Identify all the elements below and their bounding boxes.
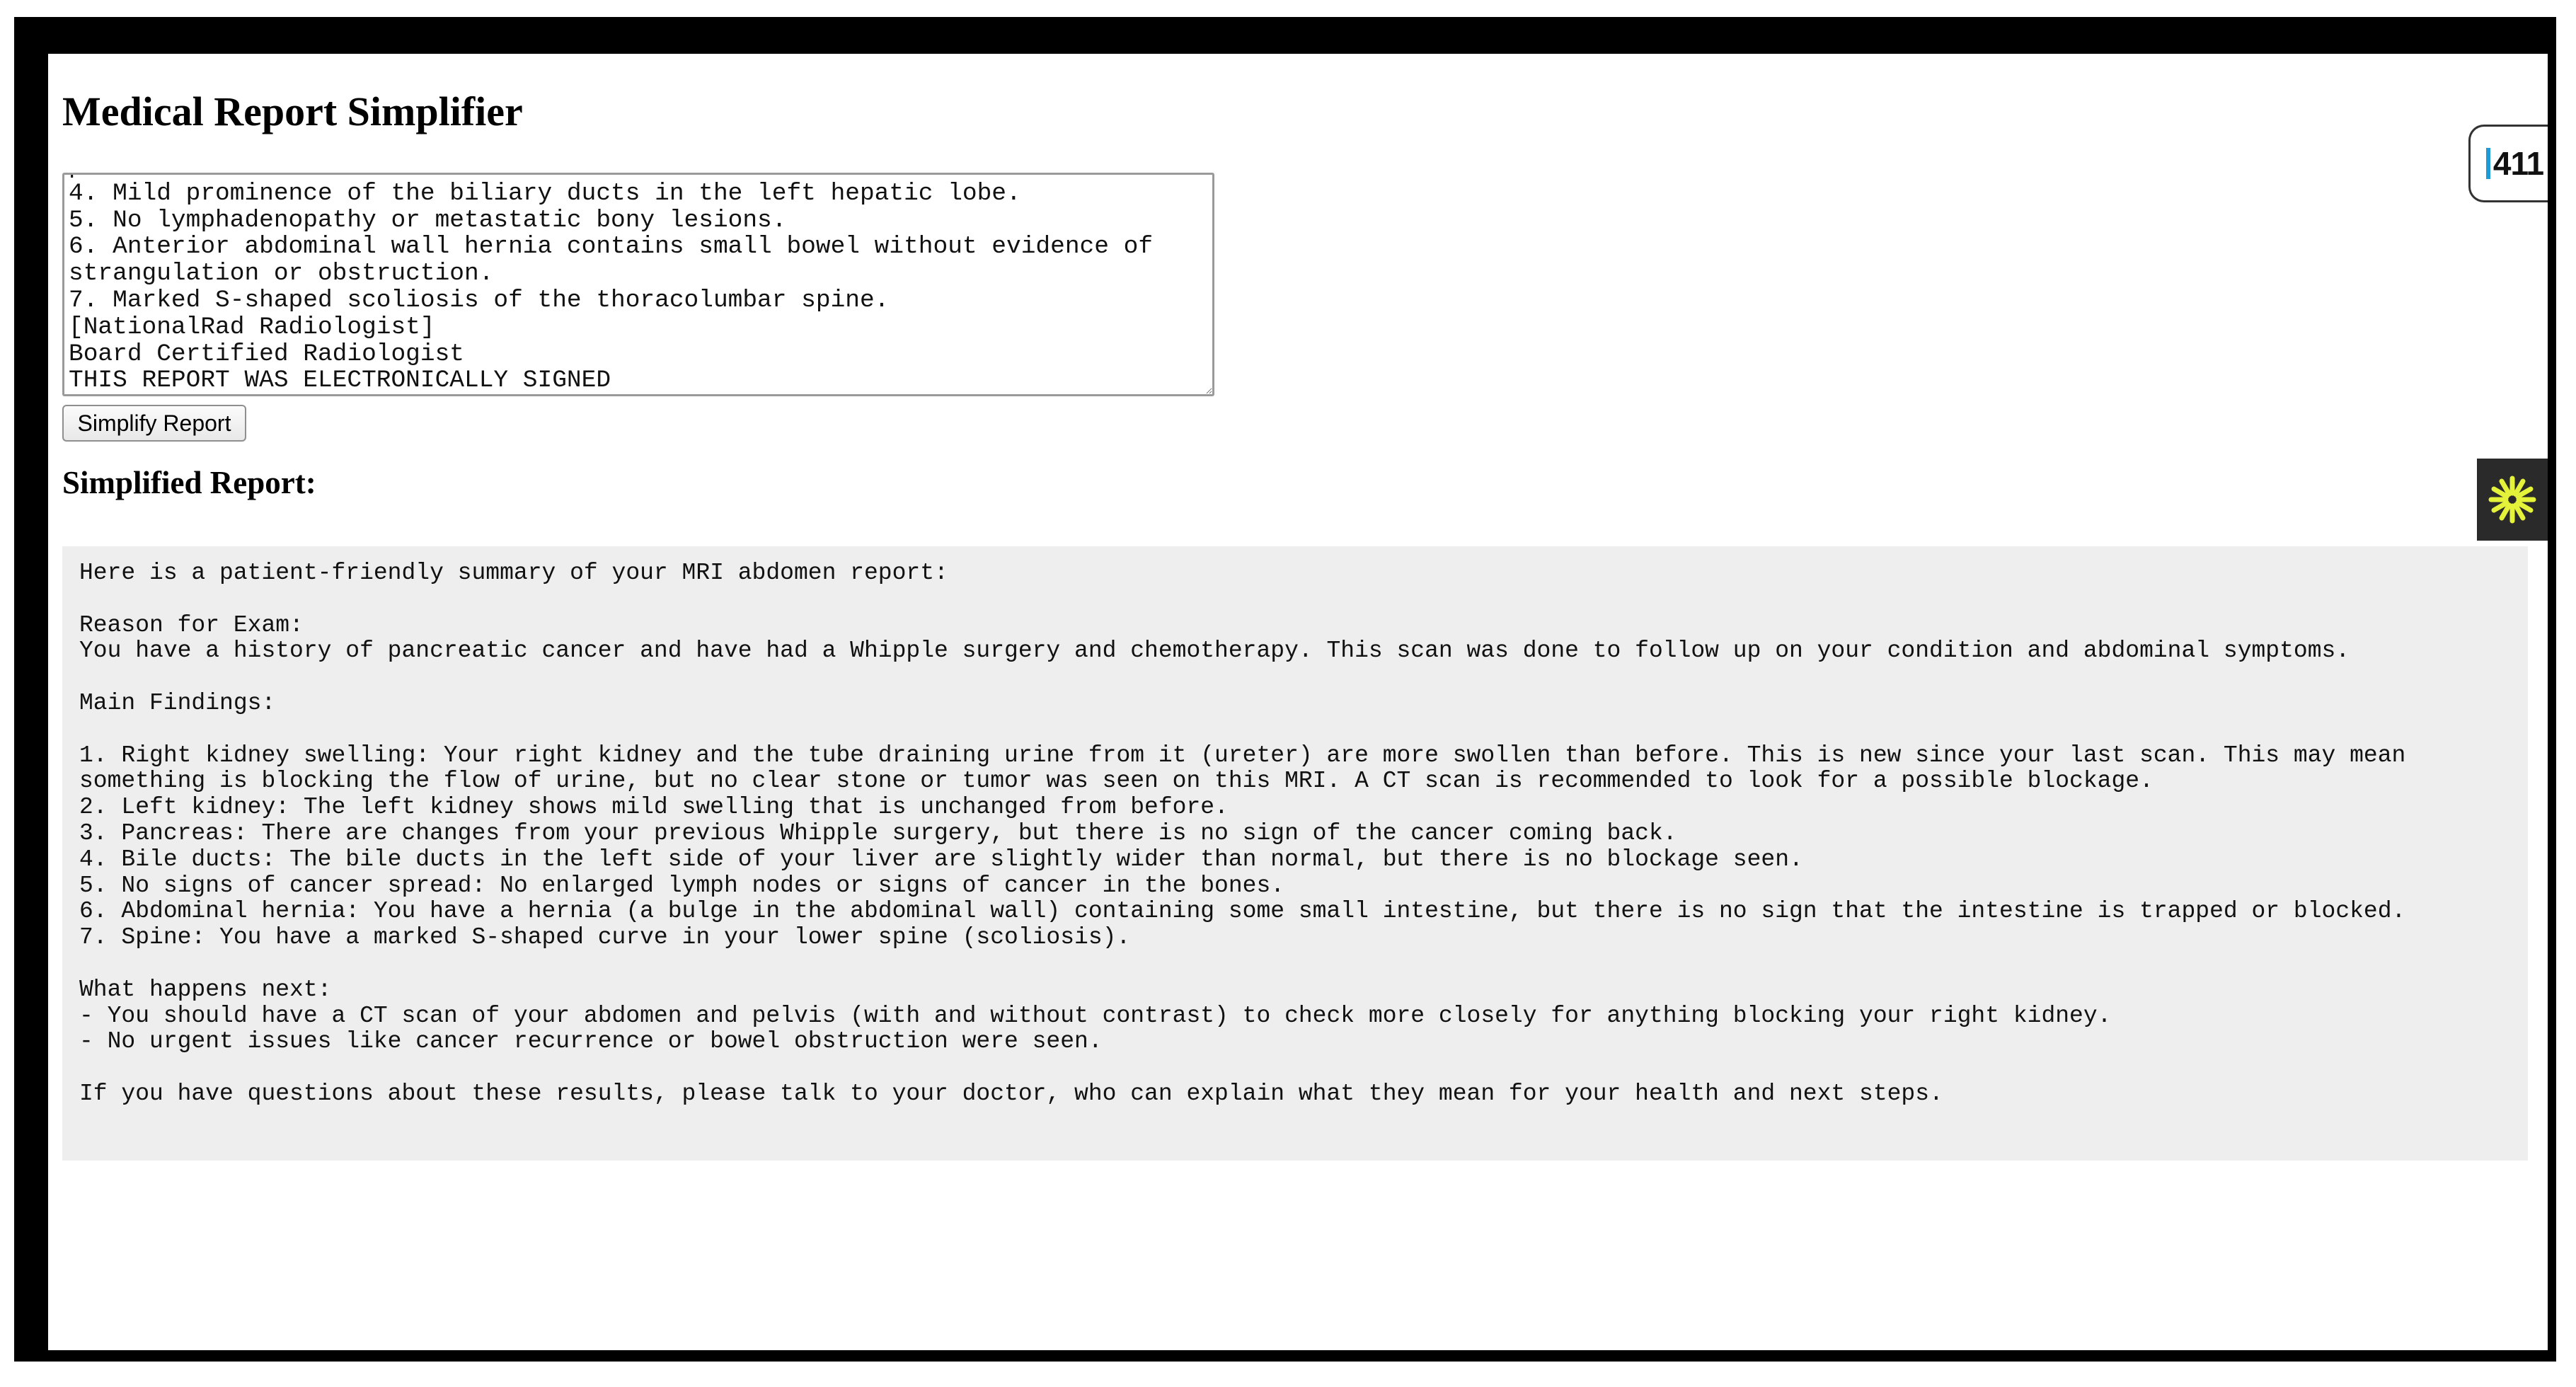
simplified-report-heading: Simplified Report: [62, 465, 316, 500]
badge-text: 411 [2492, 145, 2544, 182]
simplified-report-output: Here is a patient-friendly summary of yo… [62, 546, 2528, 1161]
badge-accent-bar [2485, 148, 2490, 179]
asterisk-icon [2488, 476, 2536, 524]
report-input[interactable] [62, 173, 1214, 396]
simplify-report-button[interactable]: Simplify Report [62, 405, 246, 442]
411-badge-icon[interactable]: 411 [2468, 125, 2548, 202]
simplified-report-text: Here is a patient-friendly summary of yo… [79, 560, 2406, 1107]
page-title: Medical Report Simplifier [62, 88, 523, 134]
screenshot-frame: Medical Report Simplifier Simplify Repor… [14, 17, 2556, 1362]
side-widget-button[interactable] [2477, 459, 2548, 541]
page: Medical Report Simplifier Simplify Repor… [48, 54, 2548, 1350]
